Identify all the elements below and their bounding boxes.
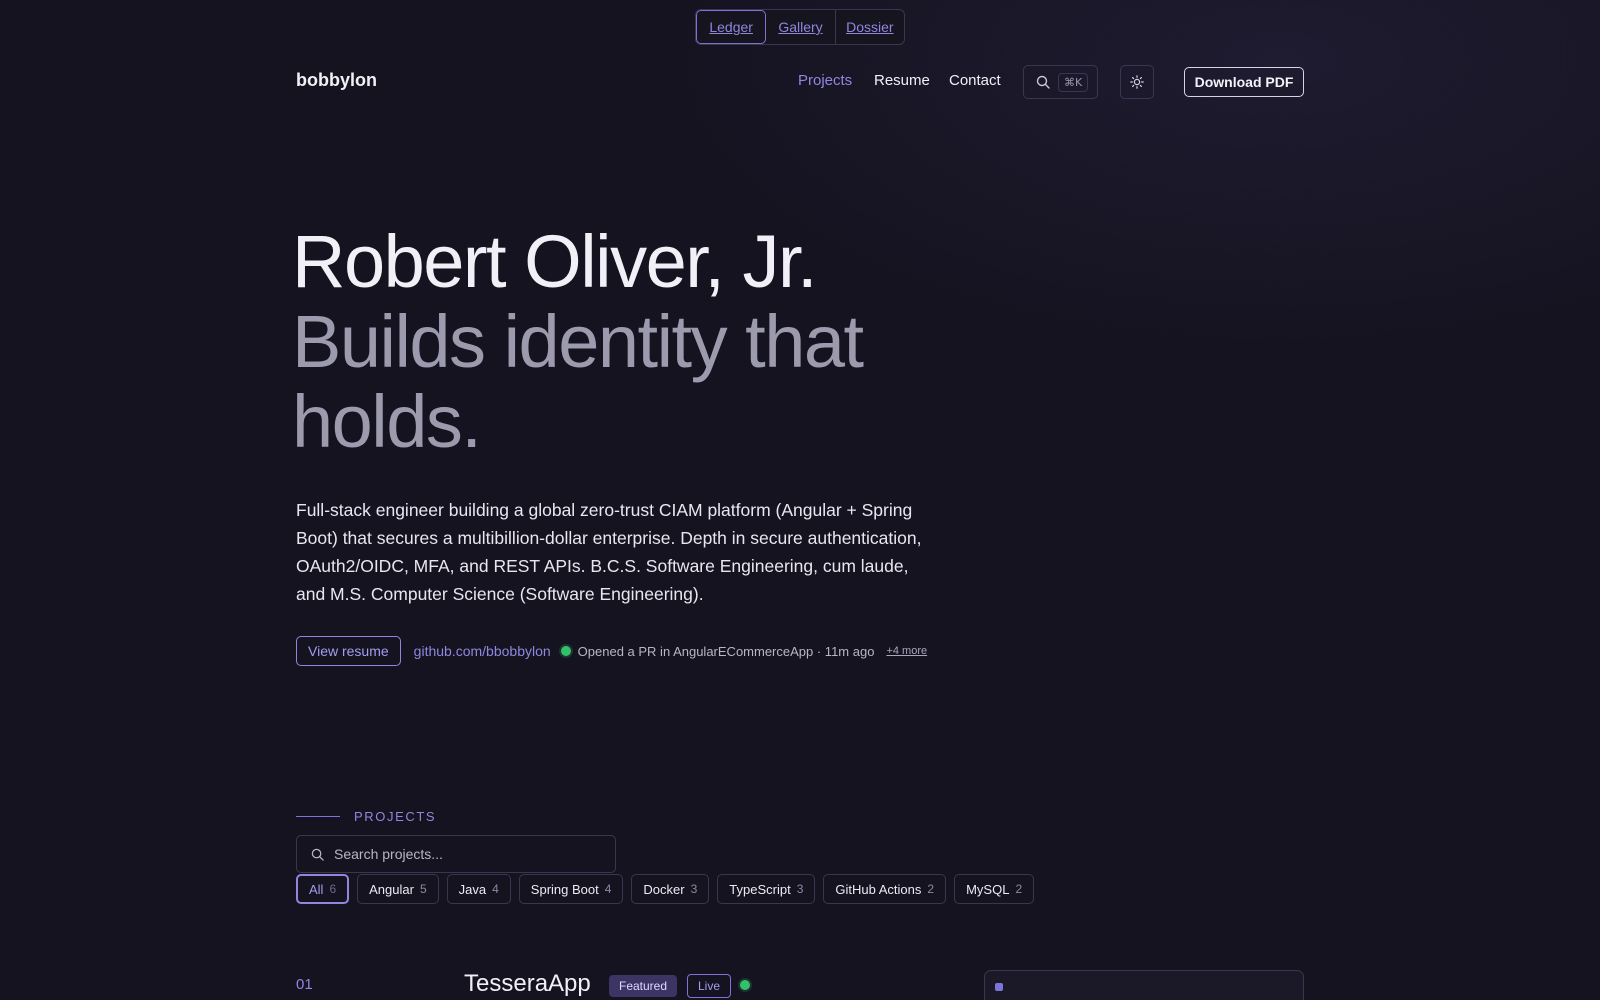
search-icon — [311, 848, 324, 861]
filter-chip-angular[interactable]: Angular 5 — [357, 874, 439, 904]
nav-projects[interactable]: Projects — [798, 72, 852, 89]
layout-switcher: Ledger Gallery Dossier — [695, 9, 905, 45]
section-title: PROJECTS — [354, 809, 437, 824]
filter-count: 2 — [927, 882, 935, 896]
filter-count: 3 — [796, 882, 804, 896]
project-search — [296, 835, 616, 873]
filter-count: 5 — [419, 882, 427, 896]
brand-logo[interactable]: bobbylon — [296, 70, 377, 91]
hero-tagline-line2: holds. — [292, 380, 482, 463]
filter-chip-mysql[interactable]: MySQL 2 — [954, 874, 1035, 904]
live-badge: Live — [687, 974, 732, 998]
filter-label: TypeScript — [729, 881, 791, 897]
filter-chip-github-actions[interactable]: GitHub Actions 2 — [823, 874, 947, 904]
filter-count: 4 — [492, 882, 499, 896]
layout-option-ledger[interactable]: Ledger — [696, 10, 767, 44]
filter-label: Java — [458, 881, 487, 897]
projects-section-label: PROJECTS — [296, 809, 436, 824]
project-search-input[interactable] — [334, 846, 594, 862]
project-preview-thumbnail[interactable] — [984, 970, 1304, 1000]
filter-chip-docker[interactable]: Docker 3 — [631, 874, 710, 904]
hero-actions: View resume github.com/bbobbylon Opened … — [296, 636, 927, 666]
nav-resume[interactable]: Resume — [874, 72, 930, 89]
sun-icon — [1130, 75, 1144, 89]
filter-chip-java[interactable]: Java 4 — [446, 874, 511, 904]
status-dot-icon — [560, 646, 571, 656]
filter-chip-spring-boot[interactable]: Spring Boot 4 — [518, 874, 624, 904]
more-activity-link[interactable]: +4 more — [886, 645, 927, 657]
github-link[interactable]: github.com/bbobbylon — [414, 643, 551, 659]
filter-label: Angular — [369, 881, 414, 897]
filter-count: 3 — [690, 882, 698, 896]
view-resume-button[interactable]: View resume — [296, 636, 401, 666]
filter-label: Docker — [643, 881, 685, 897]
hero-bio: Full-stack engineer building a global ze… — [296, 500, 922, 604]
hero-name: Robert Oliver, Jr. — [292, 220, 818, 303]
filter-label: GitHub Actions — [835, 881, 922, 897]
search-icon — [1036, 75, 1050, 89]
hero-heading: Robert Oliver, Jr. Builds identity that … — [292, 222, 992, 462]
layout-option-gallery[interactable]: Gallery — [766, 10, 836, 44]
activity-text: Opened a PR in AngularECommerceApp · 11m… — [577, 643, 875, 659]
status-dot-icon — [740, 980, 750, 990]
featured-badge: Featured — [609, 975, 678, 997]
section-divider — [296, 816, 340, 817]
theme-toggle-button[interactable] — [1120, 65, 1154, 99]
command-search-button[interactable]: ⌘K — [1023, 65, 1098, 99]
tag-filters: All 6 Angular 5 Java 4 Spring Boot 4 Docker 3… — [296, 874, 1035, 904]
hero-tagline-line1: Builds identity that — [292, 300, 864, 383]
shortcut-hint: ⌘K — [1058, 72, 1089, 92]
layout-option-dossier[interactable]: Dossier — [836, 10, 904, 44]
preview-logo-icon — [995, 983, 1003, 991]
project-number: 01 — [296, 976, 313, 993]
download-pdf-button[interactable]: Download PDF — [1184, 67, 1304, 97]
filter-count: 4 — [604, 882, 612, 896]
project-title[interactable]: TesseraApp — [464, 970, 591, 998]
filter-chip-all[interactable]: All 6 — [296, 874, 350, 904]
filter-label: MySQL — [966, 881, 1010, 897]
nav-contact[interactable]: Contact — [949, 72, 1001, 89]
filter-label: All — [309, 881, 324, 897]
filter-chip-typescript[interactable]: TypeScript 3 — [717, 874, 816, 904]
filter-count: 2 — [1015, 882, 1023, 896]
github-activity: Opened a PR in AngularECommerceApp · 11m… — [560, 643, 875, 659]
filter-label: Spring Boot — [530, 881, 599, 897]
filter-count: 6 — [329, 882, 337, 896]
